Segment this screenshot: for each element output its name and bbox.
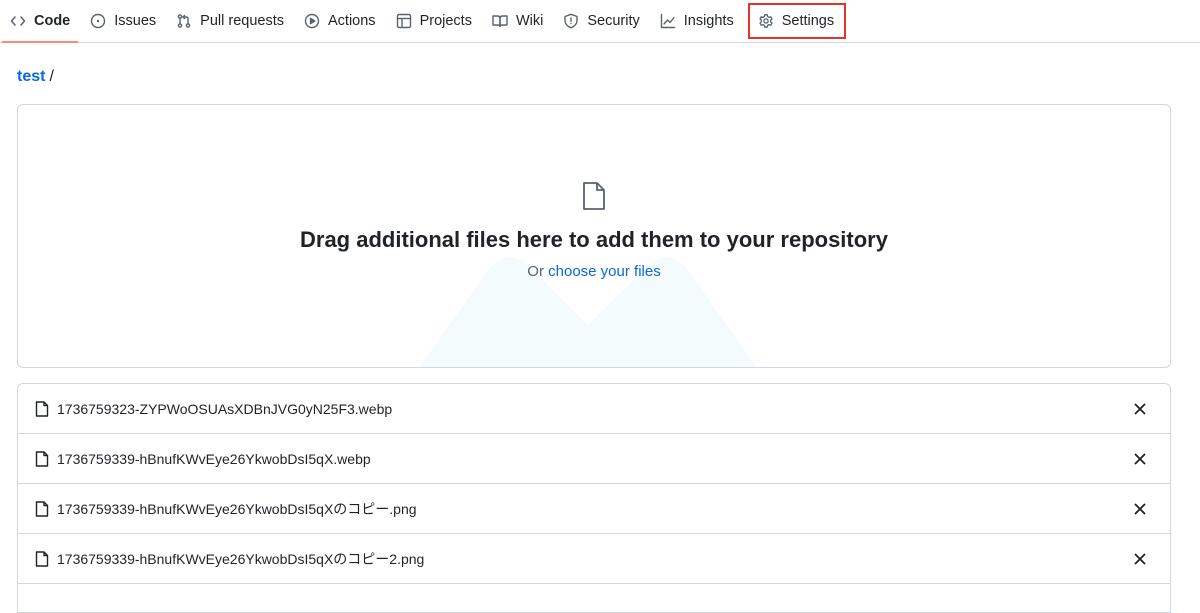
file-icon bbox=[583, 182, 605, 210]
tab-actions-label: Actions bbox=[328, 13, 376, 29]
tab-settings-label: Settings bbox=[781, 13, 835, 29]
file-row: 1736759339-hBnufKWvEye26YkwobDsI5qX.webp bbox=[18, 434, 1170, 484]
book-icon bbox=[492, 15, 508, 28]
remove-file-button[interactable] bbox=[1126, 495, 1154, 523]
tab-pull-requests-label: Pull requests bbox=[200, 13, 284, 29]
file-name: 1736759339-hBnufKWvEye26YkwobDsI5qXのコピー.… bbox=[57, 500, 417, 517]
file-icon bbox=[35, 450, 49, 467]
x-icon bbox=[1134, 553, 1146, 564]
file-row: 1736759339-hBnufKWvEye26YkwobDsI5qXのコピー2… bbox=[18, 534, 1170, 584]
tab-settings[interactable]: Settings bbox=[747, 3, 847, 39]
file-icon bbox=[35, 500, 49, 517]
graph-icon bbox=[660, 13, 675, 29]
file-name: 1736759339-hBnufKWvEye26YkwobDsI5qX.webp bbox=[57, 450, 371, 467]
shield-icon bbox=[564, 13, 579, 29]
drop-zone-title: Drag additional files here to add them t… bbox=[300, 227, 888, 252]
issue-opened-icon bbox=[91, 13, 106, 29]
file-icon bbox=[35, 400, 49, 417]
file-drop-zone[interactable]: Drag additional files here to add them t… bbox=[17, 104, 1171, 368]
file-name: 1736759323-ZYPWoOSUAsXDBnJVG0yN25F3.webp bbox=[57, 400, 393, 417]
code-icon bbox=[10, 16, 26, 26]
breadcrumb-separator: / bbox=[49, 68, 54, 85]
repo-nav: Code Issues Pull requests Actions Projec… bbox=[0, 0, 1200, 43]
drop-zone-subtitle: Or choose your files bbox=[18, 263, 1170, 280]
file-row: 1736759323-ZYPWoOSUAsXDBnJVG0yN25F3.webp bbox=[18, 384, 1170, 434]
tab-issues-label: Issues bbox=[114, 13, 157, 29]
x-icon bbox=[1134, 403, 1146, 414]
tab-code-label: Code bbox=[34, 13, 71, 29]
tab-wiki[interactable]: Wiki bbox=[488, 0, 555, 42]
tab-insights-label: Insights bbox=[683, 13, 734, 29]
tab-security[interactable]: Security bbox=[559, 0, 651, 42]
x-icon bbox=[1134, 453, 1146, 464]
file-icon bbox=[35, 550, 49, 567]
tab-projects-label: Projects bbox=[419, 13, 472, 29]
tab-projects[interactable]: Projects bbox=[392, 0, 484, 42]
x-icon bbox=[1134, 503, 1146, 514]
remove-file-button[interactable] bbox=[1126, 545, 1154, 573]
breadcrumb: test / bbox=[17, 68, 54, 86]
tab-insights[interactable]: Insights bbox=[656, 0, 746, 42]
tab-wiki-label: Wiki bbox=[515, 13, 544, 29]
remove-file-button[interactable] bbox=[1126, 445, 1154, 473]
remove-file-button[interactable] bbox=[1126, 395, 1154, 423]
tab-pull-requests[interactable]: Pull requests bbox=[172, 0, 296, 42]
file-name: 1736759339-hBnufKWvEye26YkwobDsI5qXのコピー2… bbox=[57, 550, 425, 567]
uploaded-file-list: 1736759323-ZYPWoOSUAsXDBnJVG0yN25F3.webp… bbox=[17, 383, 1171, 613]
gear-icon bbox=[759, 14, 773, 28]
git-pull-request-icon bbox=[177, 14, 191, 28]
play-icon bbox=[304, 13, 320, 29]
tab-security-label: Security bbox=[587, 13, 640, 29]
tab-actions[interactable]: Actions bbox=[300, 0, 388, 42]
table-icon bbox=[396, 13, 411, 29]
breadcrumb-repo-link[interactable]: test bbox=[17, 68, 45, 86]
drop-zone-prefix: Or bbox=[527, 263, 544, 280]
tab-issues[interactable]: Issues bbox=[86, 0, 168, 42]
tab-code[interactable]: Code bbox=[1, 0, 82, 43]
file-row: 1736759339-hBnufKWvEye26YkwobDsI5qXのコピー.… bbox=[18, 484, 1170, 534]
choose-files-link[interactable]: choose your files bbox=[548, 263, 661, 280]
